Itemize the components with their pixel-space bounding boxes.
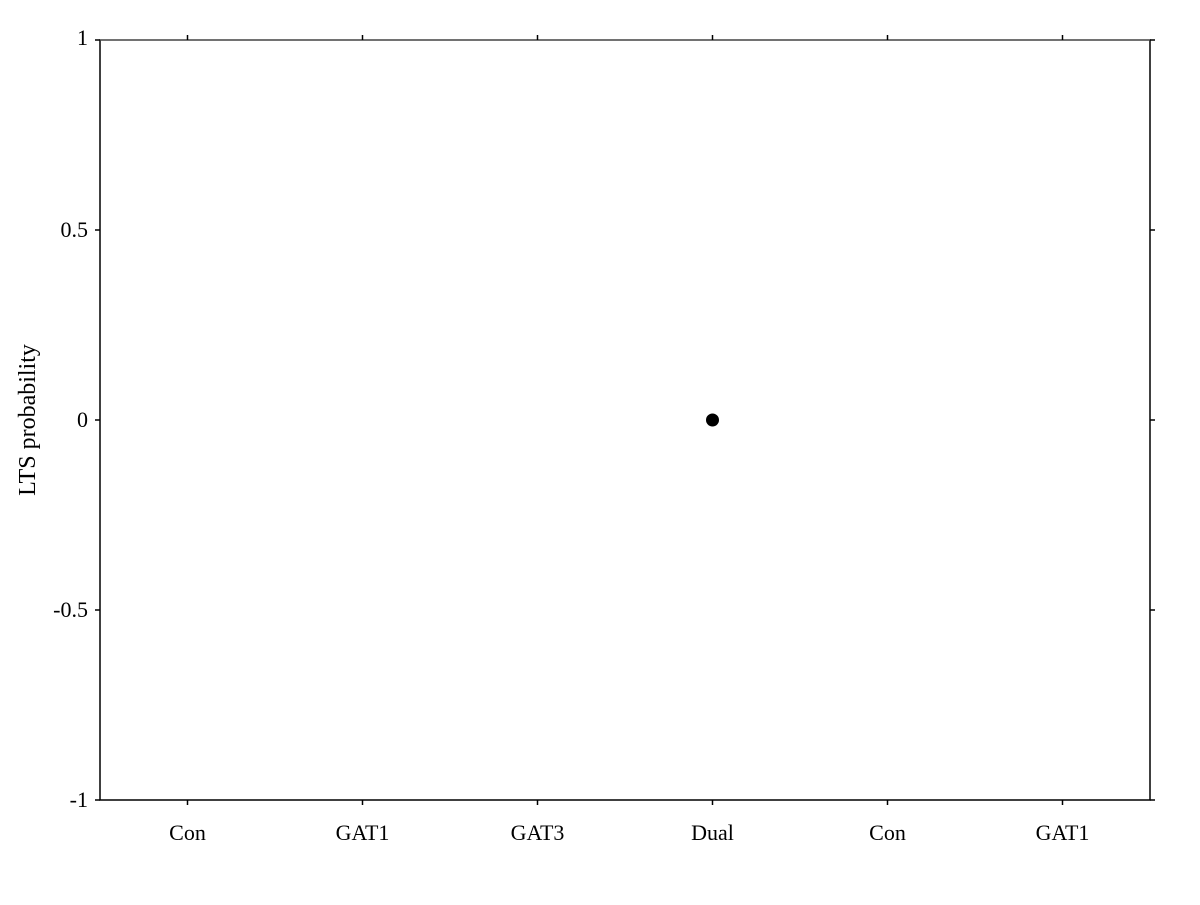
ytick-label-05: 0.5 — [61, 217, 89, 242]
ytick-label-neg05: -0.5 — [53, 597, 88, 622]
ytick-label-1: 1 — [77, 25, 88, 50]
xlabel-con2: Con — [869, 820, 906, 845]
yaxis-label: LTS probability — [15, 344, 41, 496]
xlabel-gat3: GAT3 — [511, 820, 565, 845]
xlabel-con1: Con — [169, 820, 206, 845]
ytick-label-neg1: -1 — [70, 787, 88, 812]
xlabel-gat1-2: GAT1 — [1036, 820, 1090, 845]
plot-area — [100, 40, 1150, 800]
data-point-dual — [707, 414, 719, 426]
xlabel-gat1-1: GAT1 — [336, 820, 390, 845]
ytick-label-0: 0 — [77, 407, 88, 432]
chart-container: 1 0.5 0 -0.5 -1 — [0, 0, 1200, 900]
chart-svg: 1 0.5 0 -0.5 -1 — [0, 0, 1200, 900]
xlabel-dual: Dual — [691, 820, 734, 845]
